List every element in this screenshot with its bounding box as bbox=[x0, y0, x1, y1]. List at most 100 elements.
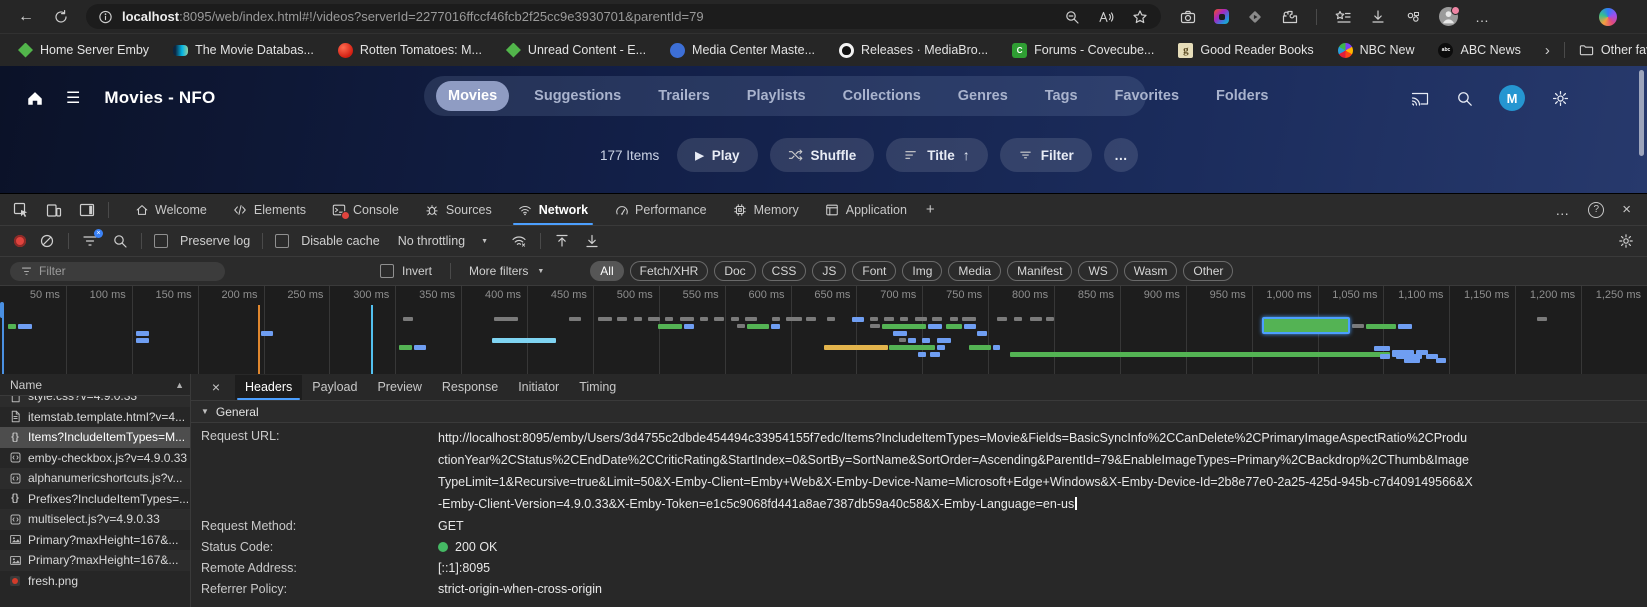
bookmark-item[interactable]: abcABC News bbox=[1438, 43, 1520, 58]
disable-cache-label[interactable]: Disable cache bbox=[301, 234, 380, 248]
downloads-icon[interactable] bbox=[1369, 8, 1387, 26]
sort-button[interactable]: Title ↑ bbox=[886, 138, 988, 172]
devtools-tab-performance[interactable]: Performance bbox=[601, 194, 720, 225]
settings-menu-icon[interactable]: … bbox=[1475, 9, 1490, 25]
network-settings-gear-icon[interactable] bbox=[1617, 232, 1647, 250]
invert-label[interactable]: Invert bbox=[402, 264, 432, 278]
request-row[interactable]: Primary?maxHeight=167&... bbox=[0, 550, 190, 571]
bookmark-item[interactable]: Home Server Emby bbox=[18, 43, 149, 58]
back-icon[interactable]: ← bbox=[14, 8, 38, 26]
filter-toggle-icon[interactable]: × bbox=[81, 232, 99, 250]
search-icon[interactable] bbox=[1455, 89, 1473, 107]
search-network-icon[interactable] bbox=[111, 232, 129, 250]
tab-favorites[interactable]: Favorites bbox=[1103, 81, 1191, 111]
tab-playlists[interactable]: Playlists bbox=[735, 81, 818, 111]
filter-type-css[interactable]: CSS bbox=[762, 261, 807, 281]
devtools-tab-elements[interactable]: Elements bbox=[220, 194, 319, 225]
record-network-log-button[interactable] bbox=[14, 235, 26, 247]
profile-avatar[interactable] bbox=[1439, 7, 1458, 26]
selected-request-bar[interactable] bbox=[1262, 317, 1350, 334]
bookmark-item[interactable]: The Movie Databas... bbox=[173, 43, 314, 57]
filter-button[interactable]: Filter bbox=[1000, 138, 1092, 172]
extensions-icon[interactable] bbox=[1281, 8, 1299, 26]
page-scrollbar-thumb[interactable] bbox=[1639, 70, 1644, 156]
other-favorites[interactable]: Other favorites bbox=[1579, 43, 1647, 58]
tab-trailers[interactable]: Trailers bbox=[646, 81, 722, 111]
invert-checkbox[interactable] bbox=[380, 264, 394, 278]
user-avatar[interactable]: M bbox=[1499, 85, 1525, 111]
general-section-header[interactable]: ▼ General bbox=[191, 401, 1647, 423]
disable-cache-checkbox[interactable] bbox=[275, 234, 289, 248]
shuffle-button[interactable]: Shuffle bbox=[770, 138, 875, 172]
filter-type-ws[interactable]: WS bbox=[1078, 261, 1117, 281]
devtools-tab-welcome[interactable]: Welcome bbox=[121, 194, 220, 225]
filter-type-all[interactable]: All bbox=[590, 261, 623, 281]
request-row[interactable]: Primary?maxHeight=167&... bbox=[0, 530, 190, 551]
tab-folders[interactable]: Folders bbox=[1204, 81, 1280, 111]
zoom-out-icon[interactable] bbox=[1063, 8, 1081, 26]
gear-icon[interactable] bbox=[1551, 89, 1569, 107]
screenshot-icon[interactable] bbox=[1214, 9, 1229, 24]
devtools-tab-memory[interactable]: Memory bbox=[720, 194, 812, 225]
help-icon[interactable]: ? bbox=[1588, 202, 1604, 218]
devtools-close-icon[interactable]: × bbox=[1622, 201, 1631, 218]
read-aloud-icon[interactable] bbox=[1097, 8, 1115, 26]
tab-genres[interactable]: Genres bbox=[946, 81, 1020, 111]
details-tab-response[interactable]: Response bbox=[432, 375, 508, 400]
network-conditions-icon[interactable] bbox=[510, 232, 528, 250]
request-row[interactable]: alphanumericshortcuts.js?v... bbox=[0, 468, 190, 489]
details-tab-initiator[interactable]: Initiator bbox=[508, 375, 569, 400]
browser-essentials-icon[interactable] bbox=[1404, 8, 1422, 26]
request-row[interactable]: itemstab.template.html?v=4... bbox=[0, 407, 190, 428]
details-tab-timing[interactable]: Timing bbox=[569, 375, 626, 400]
address-bar[interactable]: localhost:8095/web/index.html#!/videos?s… bbox=[86, 4, 1161, 29]
devtools-tab-application[interactable]: Application bbox=[812, 194, 920, 225]
copilot-icon[interactable] bbox=[1599, 8, 1617, 26]
tab-suggestions[interactable]: Suggestions bbox=[522, 81, 633, 111]
details-tab-payload[interactable]: Payload bbox=[302, 375, 367, 400]
request-row[interactable]: {}Items?IncludeItemTypes=M... bbox=[0, 427, 190, 448]
bookmark-item[interactable]: Media Center Maste... bbox=[670, 43, 815, 58]
tab-collections[interactable]: Collections bbox=[831, 81, 933, 111]
bookmark-item[interactable]: Rotten Tomatoes: M... bbox=[338, 43, 482, 58]
tab-tags[interactable]: Tags bbox=[1033, 81, 1090, 111]
device-toolbar-icon[interactable] bbox=[45, 201, 63, 219]
bookmark-item[interactable]: NBC New bbox=[1338, 43, 1415, 58]
import-har-icon[interactable] bbox=[553, 232, 571, 250]
web-capture-icon[interactable] bbox=[1179, 8, 1197, 26]
bookmark-item[interactable]: Releases · MediaBro... bbox=[839, 43, 988, 58]
scroll-up-icon[interactable]: ▲ bbox=[175, 380, 184, 390]
request-row[interactable]: fresh.png bbox=[0, 571, 190, 592]
tab-movies[interactable]: Movies bbox=[436, 81, 509, 111]
dock-side-icon[interactable] bbox=[78, 201, 96, 219]
devtools-menu-icon[interactable]: … bbox=[1555, 202, 1570, 218]
filter-type-other[interactable]: Other bbox=[1183, 261, 1233, 281]
filter-input[interactable]: Filter bbox=[10, 262, 225, 281]
video-popout-icon[interactable] bbox=[1246, 8, 1264, 26]
play-button[interactable]: ▶ Play bbox=[677, 138, 757, 172]
filter-type-media[interactable]: Media bbox=[948, 261, 1001, 281]
home-icon[interactable] bbox=[26, 89, 44, 107]
more-tabs-button[interactable]: + bbox=[920, 194, 941, 225]
filter-type-doc[interactable]: Doc bbox=[714, 261, 755, 281]
cast-icon[interactable] bbox=[1411, 89, 1429, 107]
devtools-tab-network[interactable]: Network bbox=[505, 194, 601, 225]
details-tab-headers[interactable]: Headers bbox=[235, 375, 302, 400]
timeline-selection-handle[interactable] bbox=[0, 302, 4, 318]
request-row[interactable]: multiselect.js?v=4.9.0.33 bbox=[0, 509, 190, 530]
filter-type-img[interactable]: Img bbox=[902, 261, 942, 281]
filter-type-manifest[interactable]: Manifest bbox=[1007, 261, 1072, 281]
request-row[interactable]: {}Prefixes?IncludeItemTypes=... bbox=[0, 489, 190, 510]
throttling-dropdown[interactable]: No throttling bbox=[398, 234, 465, 248]
favorite-star-icon[interactable] bbox=[1131, 8, 1149, 26]
bookmark-item[interactable]: CForums - Covecube... bbox=[1012, 43, 1154, 58]
devtools-tab-sources[interactable]: Sources bbox=[412, 194, 505, 225]
name-column-header[interactable]: Name ▲ bbox=[0, 374, 190, 396]
hamburger-menu-icon[interactable]: ☰ bbox=[66, 88, 80, 108]
preserve-log-checkbox[interactable] bbox=[154, 234, 168, 248]
favorites-list-icon[interactable] bbox=[1334, 8, 1352, 26]
clear-network-log-icon[interactable] bbox=[38, 232, 56, 250]
refresh-icon[interactable] bbox=[52, 8, 70, 26]
network-overview-timeline[interactable]: 50 ms100 ms150 ms200 ms250 ms300 ms350 m… bbox=[0, 286, 1647, 375]
inspect-element-icon[interactable] bbox=[12, 201, 30, 219]
